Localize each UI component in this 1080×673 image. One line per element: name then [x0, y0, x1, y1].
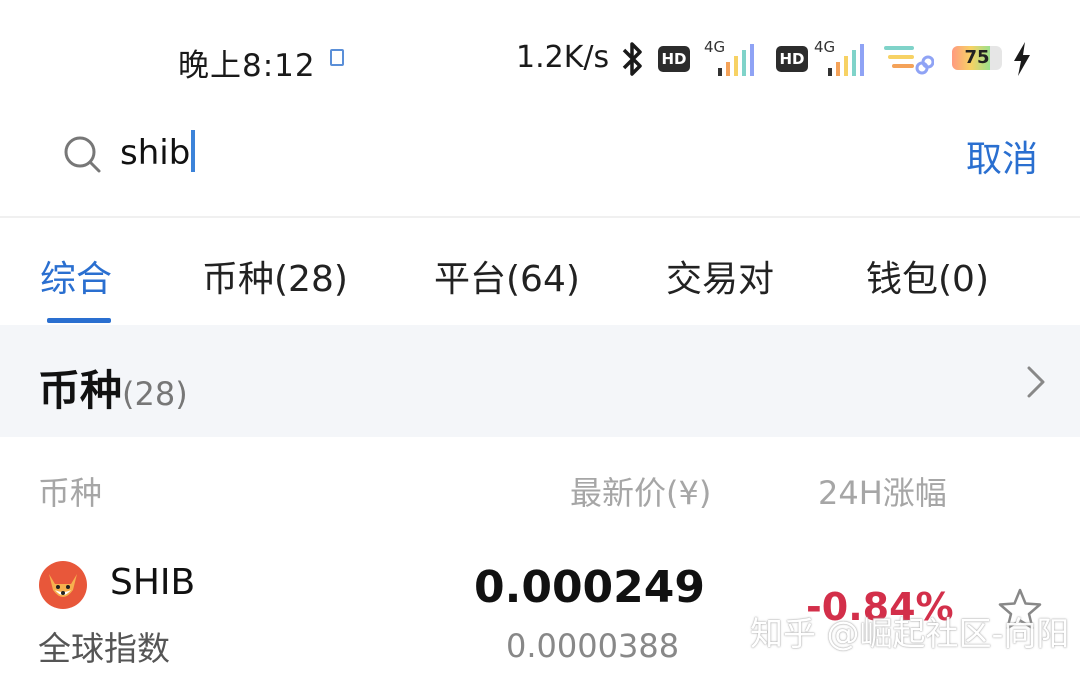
watermark: 知乎 @崛起社区-向阳	[750, 614, 1070, 653]
status-time: 晚上8:12	[178, 48, 316, 84]
tab-wallets[interactable]: 钱包(0)	[866, 250, 989, 302]
network-speed: 1.2K/s	[516, 40, 610, 75]
charging-icon	[1014, 42, 1030, 76]
active-tab-indicator	[47, 318, 111, 323]
coin-symbol: SHIB	[110, 562, 196, 603]
hd-badge: HD	[776, 46, 808, 72]
signal-icon	[828, 44, 864, 76]
search-input[interactable]: shib	[120, 130, 196, 173]
coin-subtitle: 全球指数	[38, 629, 170, 668]
tab-all[interactable]: 综合	[40, 250, 112, 302]
shib-logo-icon	[39, 561, 87, 609]
status-bar: 晚上8:12 1.2K/s HD 4G HD 4G 75	[0, 0, 1080, 115]
price-cny: 0.000249	[474, 562, 706, 613]
divider	[0, 216, 1080, 218]
tab-coins[interactable]: 币种(28)	[202, 250, 348, 302]
hd-badge: HD	[658, 46, 690, 72]
column-header-price: 最新价(¥)	[570, 474, 712, 512]
text-cursor	[191, 130, 196, 172]
tab-platforms[interactable]: 平台(64)	[434, 250, 580, 302]
search-icon[interactable]	[62, 134, 102, 174]
column-header-change: 24H涨幅	[818, 474, 947, 512]
cancel-button[interactable]: 取消	[966, 130, 1038, 182]
tab-trading-pairs[interactable]: 交易对	[666, 250, 774, 302]
search-query: shib	[120, 133, 191, 173]
signal-icon	[718, 44, 754, 76]
section-title-label: 币种	[38, 366, 123, 415]
wifi-link-icon	[884, 46, 934, 75]
price-usd: 0.0000388	[506, 627, 680, 665]
chevron-right-icon[interactable]	[1024, 364, 1048, 400]
calendar-icon	[330, 49, 344, 66]
bluetooth-icon	[622, 42, 642, 76]
battery-percent: 75	[964, 47, 990, 68]
section-title: 币种(28)	[38, 357, 188, 418]
battery-icon: 75	[952, 46, 1002, 70]
section-count: (28)	[122, 375, 188, 413]
column-header-coin: 币种	[38, 474, 103, 512]
